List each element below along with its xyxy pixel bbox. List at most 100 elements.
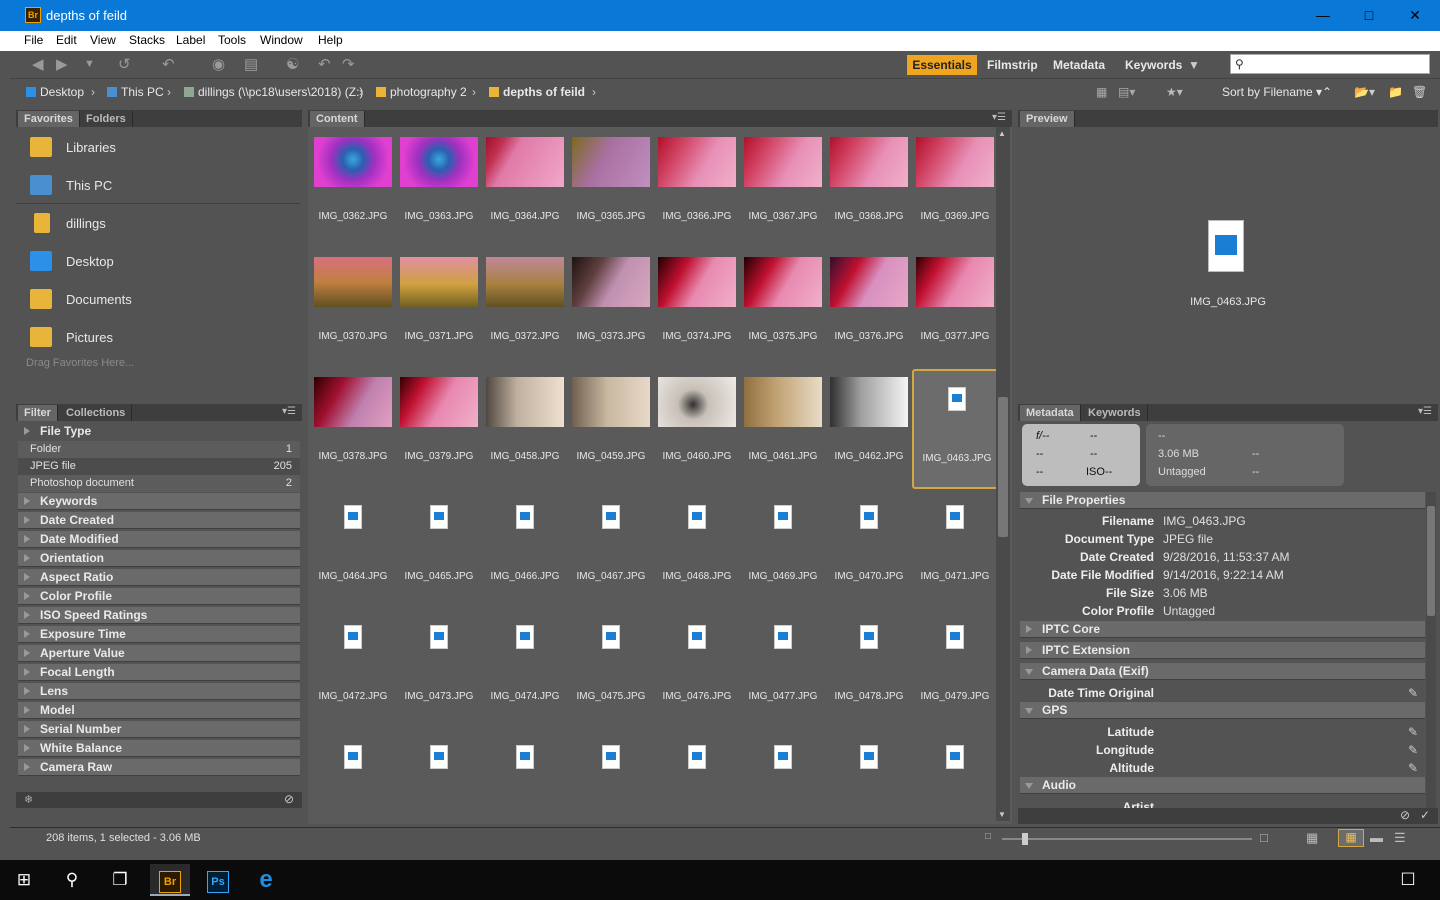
thumbnail[interactable]: IMG_0464.JPG <box>310 489 396 609</box>
filter-criterion[interactable]: Date Modified <box>18 531 300 548</box>
filter-criterion[interactable]: Aspect Ratio <box>18 569 300 586</box>
thumbnail[interactable]: IMG_0372.JPG <box>482 249 568 369</box>
favorite-desktop[interactable]: Desktop <box>16 243 300 281</box>
action-center-icon[interactable]: ☐ <box>1388 864 1428 896</box>
tab-metadata[interactable]: Metadata <box>1020 405 1081 421</box>
tab-folders[interactable]: Folders <box>80 111 133 127</box>
minimize-button[interactable]: — <box>1300 0 1346 31</box>
filter-item-folder[interactable]: Folder 1 <box>18 441 300 458</box>
thumbnail[interactable]: IMG_0379.JPG <box>396 369 482 489</box>
history-dropdown-icon[interactable]: ▼ <box>84 58 95 70</box>
star-filter-icon[interactable]: ★▾ <box>1166 85 1183 99</box>
metadata-scrollbar[interactable] <box>1426 492 1436 808</box>
filter-criterion[interactable]: Orientation <box>18 550 300 567</box>
menu-file[interactable]: File <box>24 33 43 47</box>
thumbnail[interactable]: IMG_0472.JPG <box>310 609 396 729</box>
section-gps[interactable]: GPS <box>1020 702 1425 719</box>
favorite-pictures[interactable]: Pictures <box>16 319 300 357</box>
thumbnail[interactable]: IMG_0469.JPG <box>740 489 826 609</box>
breadcrumb-separator[interactable]: › <box>592 85 596 99</box>
thumbnail[interactable]: IMG_0468.JPG <box>654 489 740 609</box>
thumbnail[interactable]: IMG_0369.JPG <box>912 129 996 249</box>
thumbnail[interactable]: IMG_0474.JPG <box>482 609 568 729</box>
filter-criterion[interactable]: Focal Length <box>18 664 300 681</box>
thumbnail[interactable]: IMG_0375.JPG <box>740 249 826 369</box>
thumbnail[interactable]: IMG_0458.JPG <box>482 369 568 489</box>
filter-criterion[interactable]: Date Created <box>18 512 300 529</box>
tab-content[interactable]: Content <box>310 111 365 127</box>
thumbnail[interactable]: IMG_0364.JPG <box>482 129 568 249</box>
view-details-icon[interactable]: ▬ <box>1370 830 1383 845</box>
workspace-metadata[interactable]: Metadata <box>1053 55 1105 75</box>
workspace-dropdown-icon[interactable]: ▼ <box>1188 55 1200 75</box>
thumbnail[interactable]: IMG_0471.JPG <box>912 489 996 609</box>
panel-menu-icon[interactable]: ▾☰ <box>1418 406 1432 417</box>
section-audio[interactable]: Audio <box>1020 777 1425 794</box>
tab-collections[interactable]: Collections <box>60 405 133 421</box>
thumbnail[interactable] <box>740 729 826 821</box>
thumbnail[interactable]: IMG_0374.JPG <box>654 249 740 369</box>
filter-criterion[interactable]: White Balance <box>18 740 300 757</box>
breadcrumb-desktop[interactable]: Desktop <box>26 85 84 99</box>
thumbnail[interactable]: IMG_0368.JPG <box>826 129 912 249</box>
section-iptc-core[interactable]: IPTC Core <box>1020 621 1425 638</box>
thumbnail[interactable]: IMG_0373.JPG <box>568 249 654 369</box>
thumbnail[interactable]: IMG_0465.JPG <box>396 489 482 609</box>
favorite-libraries[interactable]: Libraries <box>16 129 300 167</box>
filter-criterion[interactable]: Camera Raw <box>18 759 300 776</box>
tab-preview[interactable]: Preview <box>1020 111 1075 127</box>
taskbar-photoshop[interactable]: Ps <box>198 864 238 896</box>
filter-criterion[interactable]: Lens <box>18 683 300 700</box>
new-folder-icon[interactable]: 📁 <box>1388 85 1403 99</box>
maximize-button[interactable]: □ <box>1346 0 1392 31</box>
thumbnail[interactable]: IMG_0477.JPG <box>740 609 826 729</box>
preview-file-icon[interactable] <box>1208 220 1244 272</box>
start-windows-icon[interactable]: ⊞ <box>4 864 44 896</box>
pin-icon[interactable]: ❄ <box>24 793 33 806</box>
taskbar-bridge[interactable]: Br <box>150 864 190 896</box>
menu-help[interactable]: Help <box>318 33 343 47</box>
close-button[interactable]: ✕ <box>1392 0 1438 31</box>
thumbnail[interactable]: IMG_0461.JPG <box>740 369 826 489</box>
thumbnail[interactable]: IMG_0370.JPG <box>310 249 396 369</box>
thumbnail[interactable]: IMG_0470.JPG <box>826 489 912 609</box>
thumbnail[interactable]: IMG_0463.JPG <box>912 369 996 489</box>
view-thumbnails-icon[interactable]: ▦ <box>1338 829 1364 847</box>
thumbnail[interactable]: IMG_0377.JPG <box>912 249 996 369</box>
menu-view[interactable]: View <box>90 33 116 47</box>
scroll-thumb[interactable] <box>1427 506 1435 616</box>
scroll-thumb[interactable] <box>998 397 1008 537</box>
thumbnail[interactable]: IMG_0371.JPG <box>396 249 482 369</box>
panel-menu-icon[interactable]: ▾☰ <box>282 406 296 417</box>
search-input[interactable]: ⚲ <box>1230 54 1430 74</box>
thumbnail[interactable] <box>568 729 654 821</box>
menu-stacks[interactable]: Stacks <box>129 33 165 47</box>
menu-window[interactable]: Window <box>260 33 303 47</box>
sort-ascending-icon[interactable]: ⌃ <box>1322 85 1332 99</box>
thumbnail[interactable]: IMG_0459.JPG <box>568 369 654 489</box>
breadcrumb-drive[interactable]: dillings (\\pc18\users\2018) (Z:) <box>184 85 363 99</box>
grid-lock-icon[interactable]: ▦ <box>1306 830 1318 846</box>
filter-criterion[interactable]: Aperture Value <box>18 645 300 662</box>
thumbnail[interactable] <box>396 729 482 821</box>
view-list-icon[interactable]: ☰ <box>1394 830 1406 846</box>
breadcrumb-separator[interactable]: › <box>472 85 476 99</box>
thumbnail[interactable]: IMG_0462.JPG <box>826 369 912 489</box>
sort-dropdown[interactable]: Sort by Filename ▾ <box>1222 85 1322 99</box>
thumbnail[interactable]: IMG_0376.JPG <box>826 249 912 369</box>
filter-criterion[interactable]: Color Profile <box>18 588 300 605</box>
refine-icon[interactable]: ▤ <box>244 55 258 73</box>
clear-filter-icon[interactable]: ⊘ <box>284 792 294 806</box>
quality-icon[interactable]: ▦ <box>1096 85 1107 99</box>
section-file-properties[interactable]: File Properties <box>1020 492 1425 509</box>
edit-pencil-icon[interactable]: ✎ <box>1408 741 1418 759</box>
thumbnail[interactable] <box>482 729 568 821</box>
menu-label[interactable]: Label <box>176 33 205 47</box>
thumbnail-large-icon[interactable]: □ <box>1260 830 1268 845</box>
favorite-documents[interactable]: Documents <box>16 281 300 319</box>
thumbnail-small-icon[interactable]: □ <box>985 831 991 842</box>
slider-handle[interactable] <box>1022 833 1028 845</box>
filter-criterion[interactable]: Model <box>18 702 300 719</box>
thumbnail[interactable]: IMG_0367.JPG <box>740 129 826 249</box>
section-iptc-extension[interactable]: IPTC Extension <box>1020 642 1425 659</box>
